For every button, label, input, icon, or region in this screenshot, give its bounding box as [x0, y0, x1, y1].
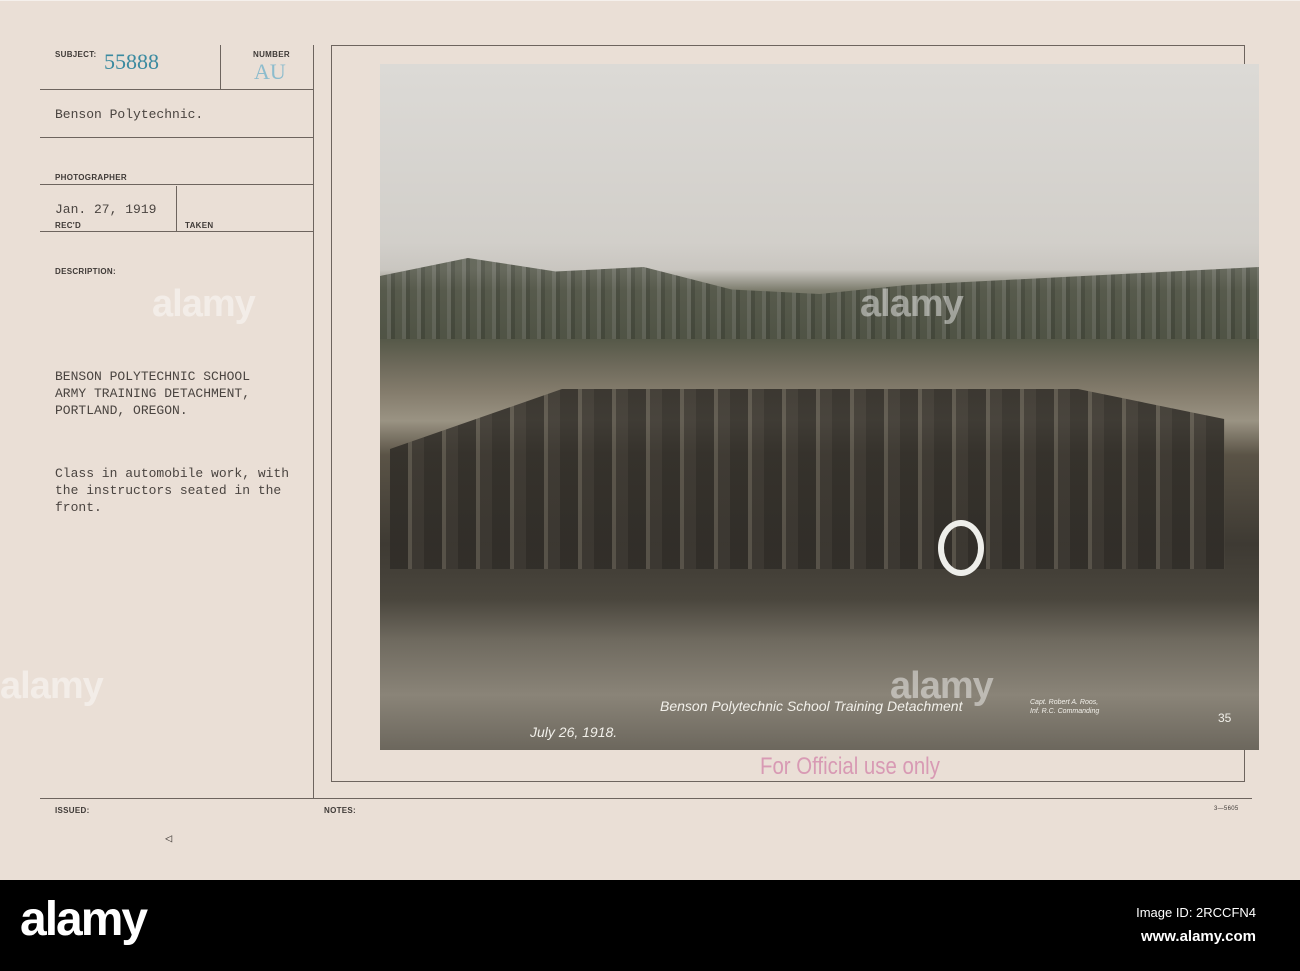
- subject-label: SUBJECT:: [55, 50, 97, 59]
- watermark: alamy: [890, 665, 994, 707]
- column-divider: [313, 45, 314, 798]
- form-number: 3—5605: [1214, 806, 1239, 812]
- image-id: Image ID: 2RCCFN4: [1136, 905, 1256, 920]
- divider: [176, 186, 177, 232]
- divider: [220, 45, 221, 90]
- notes-label: NOTES:: [324, 806, 357, 815]
- group-photograph: Benson Polytechnic School Training Detac…: [380, 64, 1259, 750]
- rule: [40, 137, 313, 138]
- photo-date: July 26, 1918.: [530, 724, 618, 740]
- watermark: alamy: [860, 283, 964, 325]
- tire: [938, 520, 984, 576]
- recd-label: REC'D: [55, 221, 82, 230]
- triangle-mark: ◁: [165, 832, 173, 846]
- issued-label: ISSUED:: [55, 806, 90, 815]
- description-label: DESCRIPTION:: [55, 267, 116, 276]
- footer-bar: alamy Image ID: 2RCCFN4 www.alamy.com: [0, 880, 1300, 971]
- received-date: Jan. 27, 1919: [55, 202, 157, 217]
- watermark: alamy: [0, 665, 104, 707]
- rule: [40, 89, 313, 90]
- alamy-url[interactable]: www.alamy.com: [1141, 928, 1256, 945]
- soldier-group: [390, 389, 1225, 569]
- photographer-label: PHOTOGRAPHER: [55, 173, 127, 182]
- plate-number: 35: [1218, 711, 1232, 725]
- rule: [40, 231, 313, 232]
- number-label: NUMBER: [253, 50, 290, 59]
- rule: [40, 184, 313, 185]
- alamy-logo[interactable]: alamy: [20, 892, 148, 947]
- description-body: Class in automobile work, with the instr…: [55, 466, 290, 515]
- rule: [40, 798, 1252, 799]
- photo-credit: Capt. Robert A. Roos, Inf. R.C. Commandi…: [1030, 699, 1100, 715]
- number-value: AU: [254, 59, 286, 84]
- official-use-stamp: For Official use only: [760, 753, 940, 780]
- tree-line: [380, 258, 1259, 339]
- taken-label: TAKEN: [185, 221, 214, 230]
- watermark: alamy: [152, 283, 256, 325]
- card-title: Benson Polytechnic.: [55, 107, 204, 122]
- archive-card: SUBJECT: 55888 NUMBER AU Benson Polytech…: [0, 0, 1300, 880]
- description-heading: BENSON POLYTECHNIC SCHOOL ARMY TRAINING …: [55, 369, 251, 418]
- subject-number: 55888: [104, 49, 159, 74]
